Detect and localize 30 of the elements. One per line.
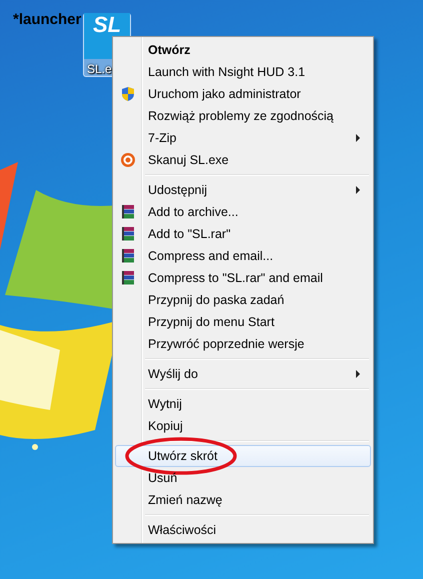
submenu-arrow-icon <box>356 186 360 194</box>
menu-item[interactable]: Właściwości <box>115 519 371 541</box>
menu-item[interactable]: Rozwiąż problemy ze zgodnością <box>115 105 371 127</box>
books-icon <box>120 270 136 286</box>
submenu-arrow-icon <box>356 370 360 378</box>
menu-item[interactable]: Wyślij do <box>115 363 371 385</box>
menu-item[interactable]: Udostępnij <box>115 179 371 201</box>
books-icon <box>120 204 136 220</box>
books-icon <box>120 226 136 242</box>
menu-item[interactable]: Add to archive... <box>115 201 371 223</box>
menu-item[interactable]: Kopiuj <box>115 415 371 437</box>
menu-item[interactable]: Przywróć poprzednie wersje <box>115 333 371 355</box>
menu-item[interactable]: Wytnij <box>115 393 371 415</box>
menu-item[interactable]: Utwórz skrót <box>115 445 371 467</box>
ring-icon <box>120 152 136 168</box>
menu-item[interactable]: Add to "SL.rar" <box>115 223 371 245</box>
icon-label: SL.e <box>87 62 112 76</box>
menu-item[interactable]: Usuń <box>115 467 371 489</box>
submenu-arrow-icon <box>356 134 360 142</box>
menu-item[interactable]: Compress to "SL.rar" and email <box>115 267 371 289</box>
desktop-caption: *launcher <box>13 11 82 28</box>
menu-item[interactable]: Przypnij do menu Start <box>115 311 371 333</box>
menu-item[interactable]: Zmień nazwę <box>115 489 371 511</box>
menu-item[interactable]: Skanuj SL.exe <box>115 149 371 171</box>
shield-icon <box>120 86 136 102</box>
menu-item[interactable]: Przypnij do paska zadań <box>115 289 371 311</box>
books-icon <box>120 248 136 264</box>
menu-item[interactable]: Uruchom jako administrator <box>115 83 371 105</box>
menu-item[interactable]: 7-Zip <box>115 127 371 149</box>
menu-item[interactable]: Compress and email... <box>115 245 371 267</box>
